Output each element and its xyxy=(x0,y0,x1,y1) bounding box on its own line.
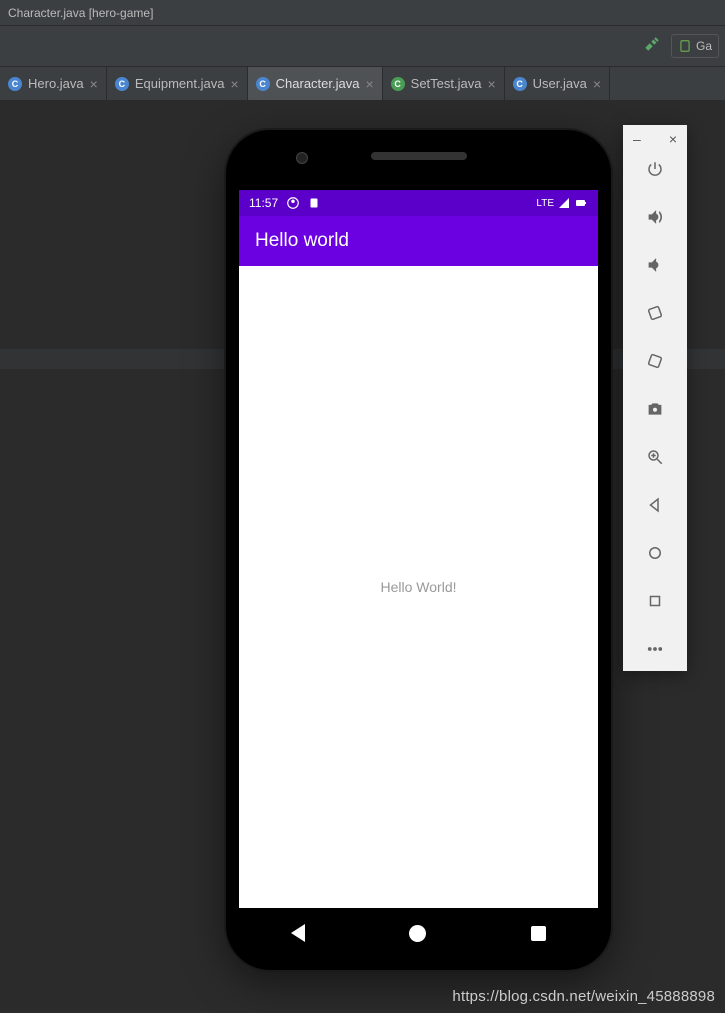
window-title-bar: Character.java [hero-game] xyxy=(0,0,725,26)
close-icon[interactable]: × xyxy=(669,131,677,145)
close-icon[interactable]: × xyxy=(230,77,238,91)
camera-icon[interactable] xyxy=(645,399,665,419)
emulator-buttons-column xyxy=(623,151,687,671)
app-title-bar: Hello world xyxy=(239,216,598,266)
tab-user[interactable]: C User.java × xyxy=(505,67,610,100)
nav-recent-button[interactable] xyxy=(531,926,546,941)
editor-tabs: C Hero.java × C Equipment.java × C Chara… xyxy=(0,67,725,101)
run-config-label: Ga xyxy=(696,39,712,53)
build-icon[interactable] xyxy=(643,35,661,58)
tab-label: User.java xyxy=(533,76,587,91)
android-status-bar: 11:57 LTE xyxy=(239,190,598,216)
volume-down-icon[interactable] xyxy=(645,255,665,275)
volume-up-icon[interactable] xyxy=(645,207,665,227)
status-left: 11:57 xyxy=(249,196,320,210)
card-icon xyxy=(308,197,320,209)
close-icon[interactable]: × xyxy=(365,77,373,91)
app-title: Hello world xyxy=(255,230,349,252)
emulator-phone-frame: 11:57 LTE Hello world Hello World! xyxy=(226,130,611,970)
tab-equipment[interactable]: C Equipment.java × xyxy=(107,67,248,100)
class-icon: C xyxy=(8,77,22,91)
status-time: 11:57 xyxy=(249,196,278,210)
tab-character[interactable]: C Character.java × xyxy=(248,67,383,100)
watermark: https://blog.csdn.net/weixin_45888898 xyxy=(452,988,715,1005)
emulator-sidebar: – × xyxy=(623,125,687,671)
close-icon[interactable]: × xyxy=(593,77,601,91)
tab-settest[interactable]: C SetTest.java × xyxy=(383,67,505,100)
run-config-selector[interactable]: Ga xyxy=(671,34,719,58)
tab-label: Equipment.java xyxy=(135,76,225,91)
back-icon[interactable] xyxy=(645,495,665,515)
overview-square-icon[interactable] xyxy=(645,591,665,611)
tab-hero[interactable]: C Hero.java × xyxy=(0,67,107,100)
body-text: Hello World! xyxy=(381,579,457,595)
rotate-left-icon[interactable] xyxy=(645,303,665,323)
app-body: Hello World! xyxy=(239,266,598,908)
phone-speaker xyxy=(371,152,467,160)
class-icon: C xyxy=(513,77,527,91)
rotate-right-icon[interactable] xyxy=(645,351,665,371)
android-nav-bar xyxy=(239,914,598,952)
battery-icon xyxy=(574,197,588,209)
close-icon[interactable]: × xyxy=(90,77,98,91)
tab-label: Character.java xyxy=(276,76,360,91)
nav-home-button[interactable] xyxy=(409,925,426,942)
signal-icon xyxy=(558,197,570,209)
emulator-screen[interactable]: 11:57 LTE Hello world Hello World! xyxy=(239,190,598,908)
minimize-icon[interactable]: – xyxy=(633,131,641,145)
tab-label: Hero.java xyxy=(28,76,84,91)
nav-back-button[interactable] xyxy=(291,924,305,942)
profile-icon xyxy=(286,196,300,210)
power-icon[interactable] xyxy=(645,159,665,179)
phone-sensor-bar xyxy=(226,152,611,160)
class-icon: C xyxy=(115,77,129,91)
emulator-window-controls: – × xyxy=(623,125,687,151)
close-icon[interactable]: × xyxy=(487,77,495,91)
main-toolbar: Ga xyxy=(0,26,725,67)
home-circle-icon[interactable] xyxy=(645,543,665,563)
tab-label: SetTest.java xyxy=(411,76,482,91)
network-label: LTE xyxy=(536,198,554,209)
device-icon xyxy=(678,39,692,53)
zoom-in-icon[interactable] xyxy=(645,447,665,467)
window-title: Character.java [hero-game] xyxy=(8,6,153,20)
test-class-icon: C xyxy=(391,77,405,91)
class-icon: C xyxy=(256,77,270,91)
status-right: LTE xyxy=(536,197,588,209)
more-icon[interactable] xyxy=(645,639,665,659)
